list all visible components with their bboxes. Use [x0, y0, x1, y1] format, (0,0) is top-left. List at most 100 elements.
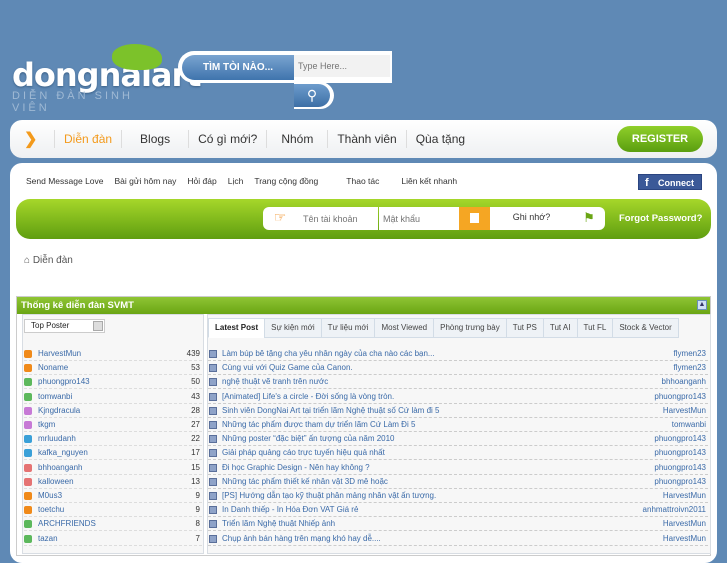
tab-3[interactable]: Most Viewed	[374, 318, 435, 338]
poster-name[interactable]: Noname	[38, 361, 68, 375]
collapse-icon[interactable]: ▲	[697, 300, 707, 310]
thread-author[interactable]: phuongpro143	[654, 475, 706, 489]
thread-title[interactable]: Những tác phẩm thiết kế nhân vật 3D mê h…	[222, 475, 388, 489]
thread-author[interactable]: HarvestMun	[663, 517, 706, 531]
thread-title[interactable]: [PS] Hướng dẫn tạo kỹ thuật phân mảng nh…	[222, 489, 436, 503]
top-poster-select[interactable]: Top Poster	[24, 319, 105, 333]
link-send-message-love[interactable]: Send Message Love	[26, 176, 104, 186]
remember-checkbox[interactable]	[459, 207, 490, 230]
nav-thanh-vien[interactable]: Thành viên	[327, 130, 405, 148]
thread-icon	[209, 477, 217, 486]
stats-header: Thống kê diễn đàn SVMT ▲	[17, 297, 710, 314]
thread-author[interactable]: phuongpro143	[654, 390, 706, 404]
tab-0[interactable]: Latest Post	[208, 318, 266, 338]
tab-6[interactable]: Tut AI	[542, 318, 578, 338]
poster-row: toetchu 9	[24, 503, 202, 518]
thread-title[interactable]: Cùng vui với Quiz Game của Canon.	[222, 361, 353, 375]
thread-row: Cùng vui với Quiz Game của Canon. flymen2…	[208, 361, 708, 376]
thread-title[interactable]: In Danh thiếp - In Hóa Đơn VAT Giá rẻ	[222, 503, 358, 517]
rank-badge-icon	[24, 506, 32, 515]
key-login-button[interactable]: ⚑	[573, 207, 605, 230]
thread-row: Đi học Graphic Design - Nên hay không ? p…	[208, 461, 708, 475]
nav-qua-tang[interactable]: Qùa tặng	[405, 130, 474, 148]
search-input[interactable]	[294, 55, 390, 77]
thread-author[interactable]: phuongpro143	[654, 446, 706, 460]
poster-name[interactable]: tomwanbi	[38, 390, 72, 404]
poster-name[interactable]: kalloween	[38, 475, 74, 489]
thread-author[interactable]: tomwanbi	[672, 418, 706, 432]
link-lich[interactable]: Lịch	[228, 176, 244, 186]
thread-author[interactable]: phuongpro143	[654, 432, 706, 446]
poster-name[interactable]: HarvestMun	[38, 347, 81, 361]
thread-title[interactable]: Đi học Graphic Design - Nên hay không ?	[222, 461, 370, 475]
poster-name[interactable]: Kjngdracula	[38, 404, 80, 418]
tab-8[interactable]: Stock & Vector	[612, 318, 679, 338]
nav-co-gi-moi[interactable]: Có gì mới?	[188, 130, 266, 148]
thread-title[interactable]: nghệ thuật vẽ tranh trên nước	[222, 375, 328, 389]
nav-nhom[interactable]: Nhóm	[266, 130, 327, 148]
breadcrumb-dien-dan[interactable]: Diễn đàn	[33, 255, 73, 266]
poster-name[interactable]: kafka_nguyen	[38, 446, 88, 460]
poster-name[interactable]: tkgm	[38, 418, 55, 432]
link-bai-gui-hom-nay[interactable]: Bài gửi hôm nay	[115, 176, 177, 186]
thread-title[interactable]: Chụp ảnh bán hàng trên mạng khó hay dễ..…	[222, 532, 381, 546]
thread-title[interactable]: Những tác phẩm được tham dự triển lãm Cứ…	[222, 418, 415, 432]
link-lien-ket-nhanh[interactable]: Liên kết nhanh	[401, 176, 457, 186]
search-label-button[interactable]: TÌM TÒI NÀO...	[182, 55, 294, 80]
thread-author[interactable]: flymen23	[674, 347, 706, 361]
thread-author[interactable]: HarvestMun	[663, 489, 706, 503]
poster-name[interactable]: M0us3	[38, 489, 62, 503]
tab-5[interactable]: Tut PS	[505, 318, 544, 338]
link-trang-cong-dong[interactable]: Trang cộng đồng	[254, 176, 318, 186]
nav-blogs[interactable]: Blogs	[121, 130, 188, 148]
facebook-connect-label: Connect	[658, 178, 694, 188]
tab-4[interactable]: Phòng trưng bày	[433, 318, 507, 338]
poster-name[interactable]: ARCHFRIENDS	[38, 517, 96, 531]
poster-name[interactable]: tazan	[38, 532, 58, 546]
home-icon[interactable]: ⌂	[24, 255, 30, 266]
thread-author[interactable]: bhhoanganh	[662, 375, 707, 389]
nav-dien-dan[interactable]: Diễn đàn	[54, 130, 121, 148]
stats-title: Thống kê diễn đàn SVMT	[21, 300, 134, 311]
search-button[interactable]: ⚲	[294, 82, 334, 109]
rank-badge-icon	[24, 350, 32, 358]
thread-author[interactable]: anhmattroivn2011	[643, 503, 706, 517]
thread-title[interactable]: Triển lãm Nghệ thuật Nhiếp ảnh	[222, 517, 335, 531]
thread-title[interactable]: Sinh viên DongNai Art tại triển lãm Nghệ…	[222, 404, 439, 418]
thread-title[interactable]: Những poster “đặc biệt” ấn tượng của năm…	[222, 432, 395, 446]
poster-name[interactable]: toetchu	[38, 503, 64, 517]
thread-row: [PS] Hướng dẫn tạo kỹ thuật phân mảng nh…	[208, 489, 708, 503]
link-hoi-dap[interactable]: Hỏi đáp	[187, 176, 216, 186]
tab-7[interactable]: Tut FL	[576, 318, 614, 338]
thread-author[interactable]: HarvestMun	[663, 532, 706, 546]
main-nav: ❯ Diễn đàn Blogs Có gì mới? Nhóm Thành v…	[10, 120, 717, 158]
sub-links: Send Message Love Bài gửi hôm nay Hỏi đá…	[26, 176, 468, 186]
username-input[interactable]	[297, 207, 378, 230]
forgot-password-link[interactable]: Forgot Password?	[619, 213, 702, 224]
tab-1[interactable]: Sự kiện mới	[264, 318, 322, 338]
post-count: 439	[186, 349, 200, 358]
thread-row: Những tác phẩm được tham dự triển lãm Cứ…	[208, 418, 708, 432]
post-count: 9	[195, 505, 200, 515]
poster-name[interactable]: mrluudanh	[38, 432, 76, 446]
thread-icon	[209, 406, 217, 415]
register-button[interactable]: REGISTER	[617, 126, 703, 152]
thread-icon	[209, 520, 217, 529]
link-thao-tac[interactable]: Thao tác	[346, 176, 379, 186]
thread-title[interactable]: Giải pháp quảng cáo trực tuyến hiệu quả …	[222, 446, 385, 460]
thread-title[interactable]: [Animated] Life's a circle - Đời sống là…	[222, 390, 394, 404]
thread-row: [Animated] Life's a circle - Đời sống là…	[208, 390, 708, 404]
post-count: 17	[191, 448, 200, 458]
thread-author[interactable]: flymen23	[674, 361, 706, 375]
post-count: 53	[191, 363, 200, 373]
password-input[interactable]	[379, 207, 459, 230]
thread-title[interactable]: Làm búp bê tặng cha yêu nhân ngày của ch…	[222, 347, 435, 361]
thread-author[interactable]: HarvestMun	[663, 404, 706, 418]
poster-name[interactable]: bhhoanganh	[38, 461, 83, 475]
tab-2[interactable]: Tư liệu mới	[320, 318, 376, 338]
poster-row: kafka_nguyen 17	[24, 446, 202, 461]
thread-author[interactable]: phuongpro143	[654, 461, 706, 475]
poster-name[interactable]: phuongpro143	[38, 375, 90, 389]
facebook-connect-button[interactable]: f Connect	[638, 174, 702, 190]
thread-row: In Danh thiếp - In Hóa Đơn VAT Giá rẻ anh…	[208, 503, 708, 518]
